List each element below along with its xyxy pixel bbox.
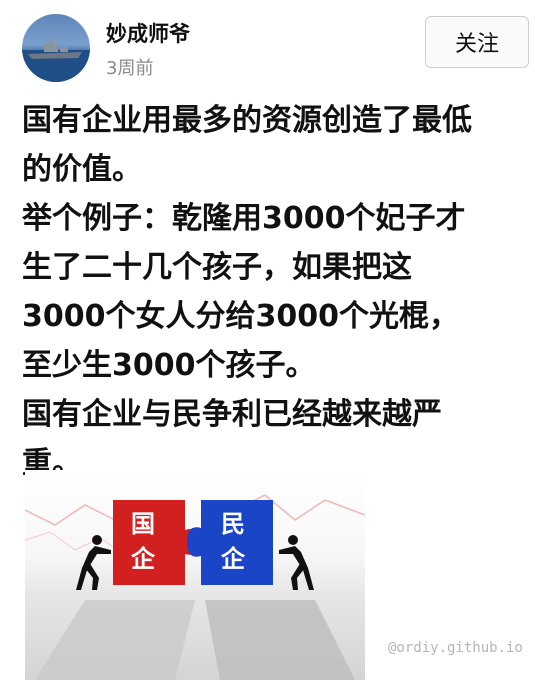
post-line: 生了二十几个孩子，如果把这 [22,250,412,285]
post-image[interactable]: 国 企 民 企 [25,470,365,680]
post-line: 国有企业与民争利已经越来越严 [22,397,442,432]
puzzle-illustration: 国 企 民 企 [25,494,365,680]
post-line: 3000个女人分给3000个光棍， [22,299,459,334]
post-line: 举个例子：乾隆用3000个妃子才 [22,201,466,236]
watermark: @ordiy.github.io [388,640,523,656]
post-line: 至少生3000个孩子。 [22,348,316,383]
piece-label: 民 [221,510,245,538]
post-text: 国有企业用最多的资源创造了最低 的价值。 举个例子：乾隆用3000个妃子才 生了… [22,96,522,488]
post-line: 的价值。 [22,152,142,187]
piece-label: 国 [131,510,155,538]
piece-label: 企 [221,545,246,573]
username[interactable]: 妙成师爷 [106,18,190,48]
piece-label: 企 [131,545,156,573]
avatar[interactable] [22,14,90,82]
blue-puzzle-piece: 民 企 [187,500,273,585]
left-figure-icon [76,535,111,590]
post-time: 3周前 [106,58,154,79]
right-figure-icon [279,535,314,590]
follow-button[interactable]: 关注 [425,16,529,68]
post-line: 国有企业用最多的资源创造了最低 [22,103,472,138]
post-header: 妙成师爷 3周前 关注 [0,0,535,90]
warship-icon [22,38,90,82]
red-puzzle-piece: 国 企 [113,500,200,585]
